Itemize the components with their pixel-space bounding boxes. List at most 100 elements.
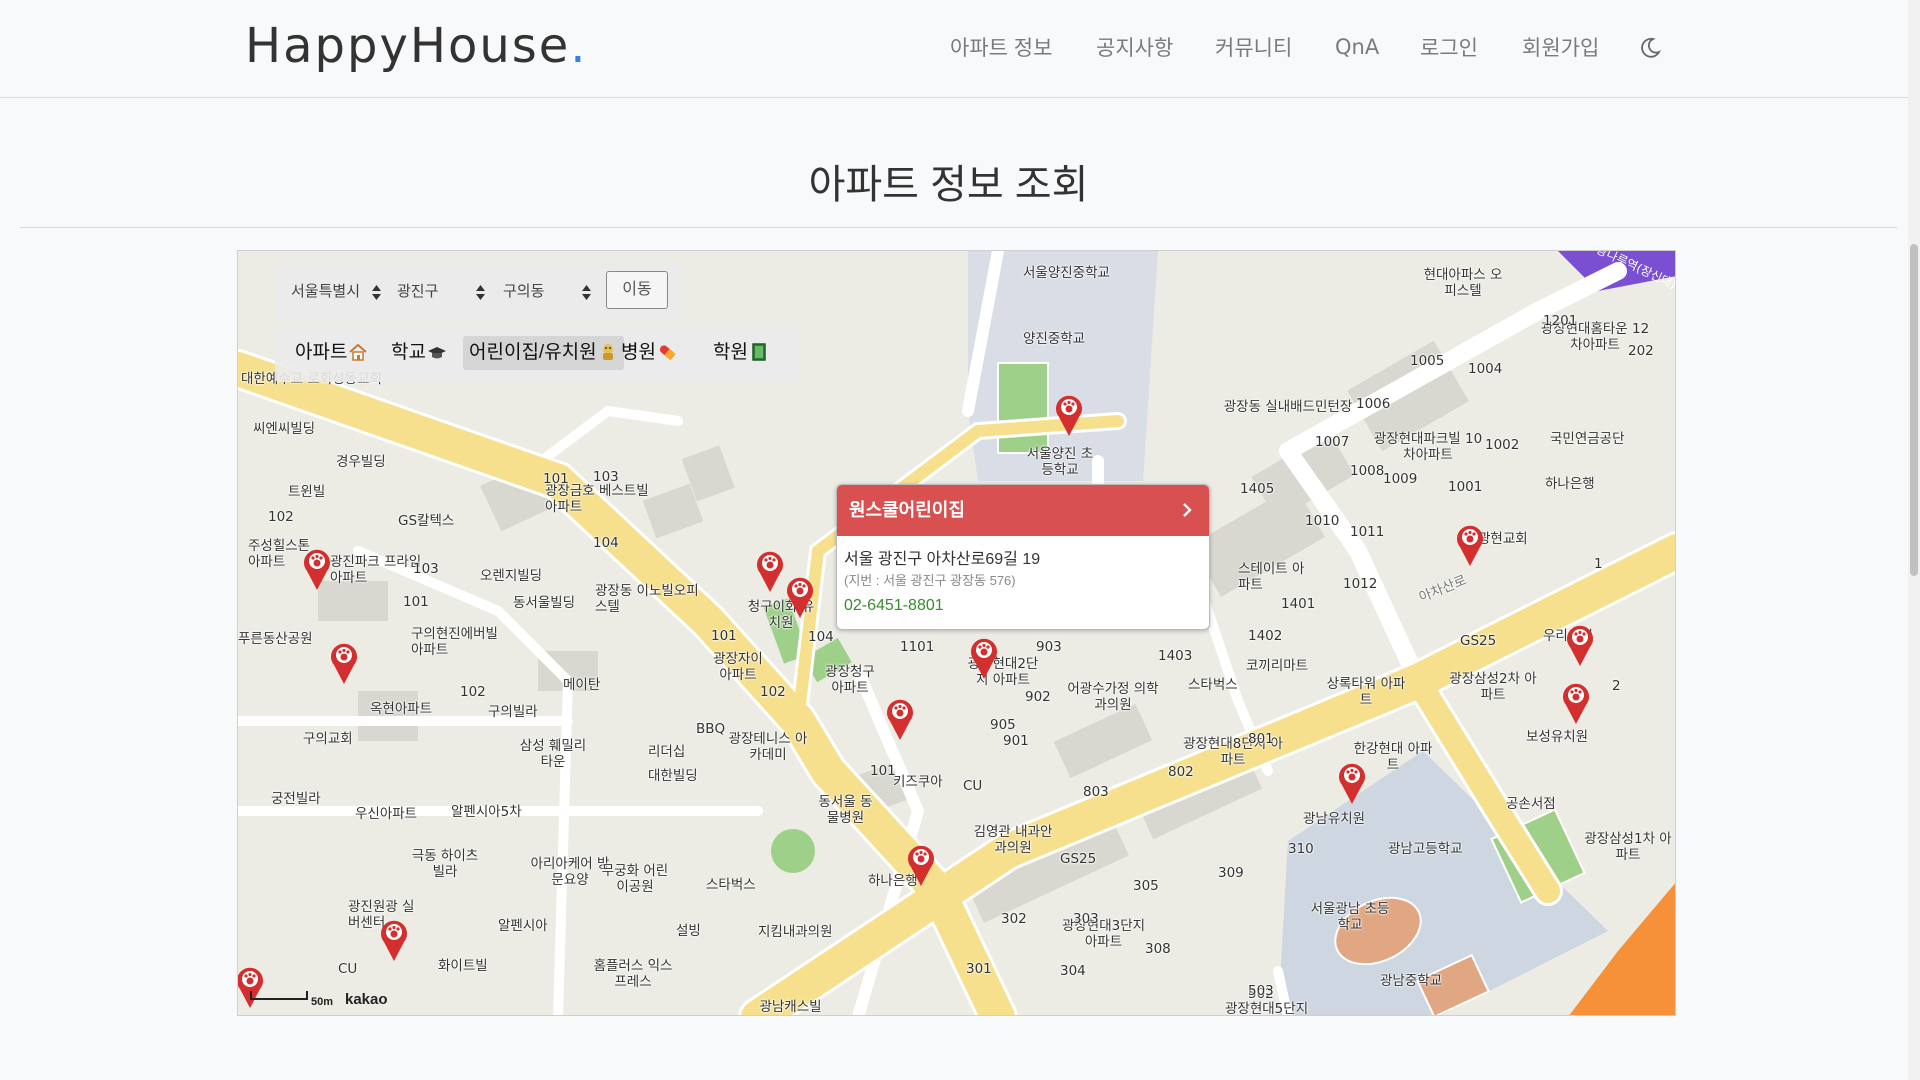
map-scale-bar [250, 991, 308, 1000]
nav-community[interactable]: 커뮤니티 [1215, 32, 1292, 62]
map-label: GS25 [1460, 633, 1497, 649]
scrollbar-track[interactable] [1908, 0, 1920, 1080]
map-label: 801 [1248, 731, 1274, 747]
daycare-marker[interactable] [301, 545, 333, 591]
map-label: 현대아파스 오피스텔 [1423, 267, 1503, 299]
map-label: 1004 [1468, 361, 1503, 377]
map-label: 1008 [1350, 463, 1385, 479]
map-label: 광장현대5단지 [1225, 1001, 1309, 1016]
scrollbar-thumb[interactable] [1910, 244, 1918, 576]
map-label: 1005 [1410, 353, 1445, 369]
map-label: 광남고등학교 [1388, 841, 1463, 857]
map-label: 1009 [1383, 471, 1418, 487]
map-label: 어광수가정 의학과의원 [1067, 681, 1159, 713]
daycare-marker[interactable] [754, 547, 786, 593]
map-label: 310 [1288, 841, 1314, 857]
map-label: 905 [990, 717, 1016, 733]
map-label: 광장금호 베스트빌아파트 [545, 483, 649, 515]
chevron-right-icon[interactable] [1179, 501, 1195, 519]
map-label: GS25 [1060, 851, 1097, 867]
map-label: 1401 [1281, 596, 1316, 612]
map-label: 503 [1248, 983, 1274, 999]
select-arrows-icon [582, 285, 591, 300]
category-apartment[interactable]: 아파트 [289, 336, 374, 370]
map-label: 스타벅스 [1188, 677, 1238, 693]
map-label: 김영관 내과안과의원 [973, 824, 1053, 856]
map-label: 1001 [1448, 479, 1483, 495]
map-label: 102 [460, 684, 486, 700]
map-label: 씨엔씨빌딩 [253, 421, 316, 437]
daycare-marker-selected[interactable] [968, 634, 1000, 680]
daycare-marker[interactable] [884, 695, 916, 741]
nav-signup[interactable]: 회원가입 [1522, 32, 1599, 62]
map-label: 1007 [1315, 434, 1350, 450]
map-label: 상록타워 아파트 [1326, 676, 1406, 708]
daycare-marker[interactable] [784, 573, 816, 619]
popup-address: 서울 광진구 아차산로69길 19 [844, 551, 1041, 568]
popup-title: 원스쿨어린이집 [849, 500, 965, 520]
map-label: 101 [543, 471, 569, 487]
map-label: CU [963, 778, 983, 794]
map-container[interactable]: 대한예수교 로회성동교회 씨엔씨빌딩 경우빌딩 트윈빌 102 GS칼텍스 주성… [237, 250, 1676, 1016]
map-label: 대한빌딩 [648, 768, 698, 784]
city-select[interactable]: 서울특별시 [291, 275, 381, 309]
nav-login[interactable]: 로그인 [1420, 32, 1478, 62]
daycare-marker[interactable] [378, 916, 410, 962]
category-hospital[interactable]: 병원 [615, 336, 683, 370]
map-label: 광장테니스 아카데미 [728, 731, 808, 763]
map-label: 하나은행 [1545, 476, 1595, 492]
map-label: 1403 [1158, 648, 1193, 664]
map-label: 1402 [1248, 628, 1283, 644]
page-title: 아파트 정보 조회 [808, 163, 1089, 207]
map-label: 경우빌딩 [336, 454, 386, 470]
popup-phone[interactable]: 02-6451-8801 [844, 597, 944, 615]
map-label: 지킴내과의원 [758, 924, 833, 940]
daycare-marker[interactable] [1053, 391, 1085, 437]
map-label: 1201 [1543, 313, 1578, 329]
map-label: 보성유치원 [1526, 729, 1589, 745]
category-school[interactable]: 학교 [385, 336, 453, 370]
map-label: 트윈빌 [288, 484, 326, 500]
moon-icon[interactable] [1638, 36, 1662, 60]
category-academy[interactable]: 학원 [707, 336, 775, 370]
map-label: 802 [1168, 764, 1194, 780]
map-label: 305 [1133, 878, 1159, 894]
map-label: 메이탄 [563, 677, 601, 693]
map-label: 우신아파트 [355, 806, 418, 822]
select-arrows-icon [372, 285, 381, 300]
map-label: 서울양진중학교 [1023, 265, 1110, 281]
map-label: 101 [870, 763, 896, 779]
map-label: 푸른동산공원 [238, 631, 313, 647]
map-label: 1 [1594, 556, 1603, 572]
category-daycare[interactable]: 어린이집/유치원 [463, 336, 624, 370]
popup-header: 원스쿨어린이집 [837, 485, 1209, 536]
map-label: 광장현대3단지 아파트 [1061, 918, 1146, 950]
map-label: 국민연금공단 [1550, 431, 1625, 447]
daycare-marker[interactable] [905, 841, 937, 887]
map-label: 알펜시아5차 [451, 804, 522, 820]
region-selector-panel: 서울특별시 광진구 구의동 이동 [275, 263, 682, 321]
map-label: 광장동 이노빌오피스텔 [595, 583, 699, 615]
daycare-marker[interactable] [1564, 621, 1596, 667]
map-label: 옥현아파트 [370, 701, 433, 717]
daycare-marker[interactable] [1336, 759, 1368, 805]
map-scale-label: 50m [311, 996, 334, 1008]
dong-select[interactable]: 구의동 [503, 275, 591, 309]
nav-qna[interactable]: QnA [1335, 35, 1379, 59]
map-label: 오렌지빌딩 [480, 568, 543, 584]
nav-apartment-info[interactable]: 아파트 정보 [950, 32, 1052, 62]
map-label: 화이트빌 [438, 958, 488, 974]
map-label: 공손서점 [1506, 796, 1556, 812]
daycare-marker[interactable] [1454, 521, 1486, 567]
map-label: 104 [808, 629, 834, 645]
map-provider-logo: kakao [345, 991, 388, 1008]
district-select[interactable]: 광진구 [397, 275, 485, 309]
nav-notice[interactable]: 공지사항 [1096, 32, 1173, 62]
map-label: 304 [1060, 963, 1086, 979]
pill-icon [659, 345, 676, 361]
map-label: 스테이트 아파트 [1238, 561, 1305, 593]
map-label: 동서울빌딩 [513, 595, 576, 611]
daycare-marker[interactable] [1560, 679, 1592, 725]
daycare-marker[interactable] [328, 639, 360, 685]
go-button[interactable]: 이동 [606, 271, 668, 309]
